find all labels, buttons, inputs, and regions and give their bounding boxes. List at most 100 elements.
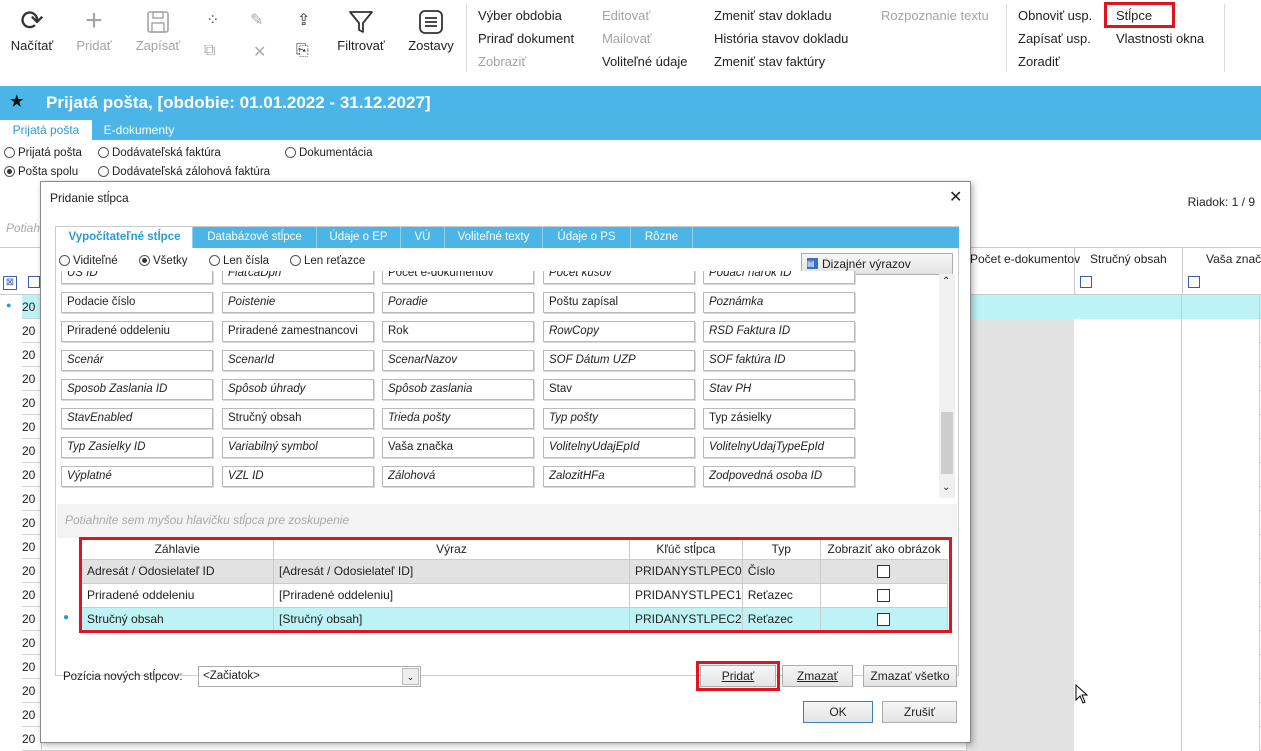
- column-field-item[interactable]: StavEnabled: [61, 408, 213, 429]
- column-field-item[interactable]: VolitelnyUdajEpId: [543, 437, 695, 458]
- save-button[interactable]: Zapísať: [128, 4, 188, 68]
- menu-change-doc-state[interactable]: Zmeniť stav dokladu: [714, 8, 832, 23]
- menu-assign-document[interactable]: Priraď dokument: [478, 31, 574, 46]
- column-field-item[interactable]: Spôsob zaslania: [382, 379, 534, 400]
- copy-icon[interactable]: ⧉: [204, 42, 215, 60]
- column-field-item[interactable]: Počet e-dokumentov: [382, 271, 534, 284]
- column-field-item[interactable]: ScenarNazov: [382, 350, 534, 371]
- menu-show[interactable]: Zobraziť: [478, 54, 526, 69]
- column-field-item[interactable]: FlaťcaDph: [222, 271, 374, 284]
- edit-icon[interactable]: ✎: [250, 10, 263, 30]
- scroll-thumb[interactable]: [941, 412, 953, 474]
- add-button[interactable]: + Pridať: [66, 4, 122, 68]
- menu-write-layout[interactable]: Zapísať usp.: [1018, 31, 1091, 46]
- filter-button[interactable]: Filtrovať: [330, 4, 392, 68]
- reports-button[interactable]: Zostavy: [402, 4, 460, 68]
- column-field-item[interactable]: Podacie číslo: [61, 292, 213, 313]
- filter-all-mail[interactable]: Pošta spolu: [4, 166, 78, 178]
- column-field-item[interactable]: Priradené zamestnancovi: [222, 321, 374, 342]
- tab-e-documents[interactable]: E-dokumenty: [92, 120, 186, 140]
- column-field-item[interactable]: Výplatné: [61, 466, 213, 487]
- column-header[interactable]: Počet e-dokumentov: [970, 252, 1080, 266]
- radio-strings-only[interactable]: Len reťazce: [290, 255, 365, 267]
- column-field-item[interactable]: Stav PH: [703, 379, 855, 400]
- delete-all-button[interactable]: Zmazať všetko: [863, 665, 957, 687]
- column-field-item[interactable]: RSD Faktura ID: [703, 321, 855, 342]
- column-header[interactable]: Stručný obsah: [1090, 252, 1167, 266]
- column-header[interactable]: Vaša značka: [1206, 252, 1261, 266]
- filter-incoming-mail[interactable]: Prijatá pošta: [4, 147, 82, 159]
- delete-button[interactable]: Zmazať: [782, 665, 853, 687]
- filter-documentation[interactable]: Dokumentácia: [285, 147, 373, 159]
- position-select[interactable]: <Začiatok> ⌄: [198, 666, 421, 687]
- menu-mail[interactable]: Mailovať: [602, 31, 652, 46]
- column-filter-icon[interactable]: [1188, 276, 1200, 288]
- radio-all[interactable]: Všetky: [139, 255, 188, 267]
- tab-database-columns[interactable]: Databázové stĺpce: [193, 227, 317, 248]
- chevron-up-icon[interactable]: ⌃: [942, 276, 950, 287]
- column-field-item[interactable]: Zálohová: [382, 466, 534, 487]
- chevron-down-icon[interactable]: ⌄: [942, 482, 950, 493]
- menu-restore-layout[interactable]: Obnoviť usp.: [1018, 8, 1092, 23]
- tab-ps-data[interactable]: Údaje o PS: [543, 227, 631, 248]
- export-icon[interactable]: ⇪: [297, 10, 310, 30]
- column-field-item[interactable]: VolitelnyUdajTypeEpId: [703, 437, 855, 458]
- close-icon[interactable]: ✕: [253, 42, 266, 62]
- column-field-item[interactable]: Stručný obsah: [222, 408, 374, 429]
- column-field-item[interactable]: SOF Dátum UZP: [543, 350, 695, 371]
- column-field-item[interactable]: Vaša značka: [382, 437, 534, 458]
- column-field-item[interactable]: VZL ID: [222, 466, 374, 487]
- column-field-item[interactable]: Priradené oddeleniu: [61, 321, 213, 342]
- column-field-item[interactable]: Počet kusov: [543, 271, 695, 284]
- column-field-item[interactable]: Typ Zasielky ID: [61, 437, 213, 458]
- column-field-item[interactable]: SOF faktúra ID: [703, 350, 855, 371]
- column-field-item[interactable]: Variabilný symbol: [222, 437, 374, 458]
- column-field-item[interactable]: Sposob Zaslania ID: [61, 379, 213, 400]
- tab-incoming-mail[interactable]: Prijatá pošta: [0, 120, 92, 140]
- column-field-item[interactable]: Podací nárok ID: [703, 271, 855, 284]
- column-field-item[interactable]: ZalozitHFa: [543, 466, 695, 487]
- column-field-item[interactable]: Spôsob úhrady: [222, 379, 374, 400]
- column-field-item[interactable]: Poznámka: [703, 292, 855, 313]
- menu-doc-state-history[interactable]: História stavov dokladu: [714, 31, 848, 46]
- cancel-button[interactable]: Zrušiť: [882, 701, 957, 723]
- menu-select-period[interactable]: Výber obdobia: [478, 8, 562, 23]
- preview-icon[interactable]: ⎘: [296, 42, 309, 60]
- column-field-item[interactable]: Zodpovedná osoba ID: [703, 466, 855, 487]
- menu-edit[interactable]: Editovať: [602, 8, 650, 23]
- column-field-item[interactable]: Trieda pošty: [382, 408, 534, 429]
- column-field-item[interactable]: RowCopy: [543, 321, 695, 342]
- load-button[interactable]: ⟳ Načítať: [4, 4, 60, 68]
- column-field-item[interactable]: Poradie: [382, 292, 534, 313]
- menu-sort[interactable]: Zoradiť: [1018, 54, 1060, 69]
- column-filter-icon[interactable]: [28, 276, 40, 288]
- menu-change-invoice-state[interactable]: Zmeniť stav faktúry: [714, 54, 825, 69]
- column-field-item[interactable]: US ID: [61, 271, 213, 284]
- menu-text-recognition[interactable]: Rozpoznanie textu: [881, 8, 989, 23]
- ok-button[interactable]: OK: [803, 701, 873, 723]
- column-field-item[interactable]: Poštu zapísal: [543, 292, 695, 313]
- column-filter-icon[interactable]: [1080, 276, 1092, 288]
- loading-icon[interactable]: ⁘: [206, 10, 219, 30]
- filter-advance-invoice[interactable]: Dodávateľská zálohová faktúra: [98, 166, 270, 178]
- radio-numbers-only[interactable]: Len čísla: [209, 255, 269, 267]
- filter-toggle-icon[interactable]: ⊠: [3, 276, 17, 290]
- column-field-item[interactable]: Rok: [382, 321, 534, 342]
- column-field-item[interactable]: Typ pošty: [543, 408, 695, 429]
- column-field-item[interactable]: Poistenie: [222, 292, 374, 313]
- menu-window-properties[interactable]: Vlastnosti okna: [1116, 31, 1204, 46]
- tab-vu[interactable]: VÚ: [401, 227, 445, 248]
- column-field-item[interactable]: ScenarId: [222, 350, 374, 371]
- favorite-star-icon[interactable]: ★: [10, 92, 23, 110]
- dialog-close-icon[interactable]: ✕: [949, 187, 962, 207]
- chevron-down-icon[interactable]: ⌄: [402, 668, 419, 685]
- column-field-item[interactable]: Typ zásielky: [703, 408, 855, 429]
- menu-optional-data[interactable]: Voliteľné údaje: [602, 54, 687, 69]
- tab-ep-data[interactable]: Údaje o EP: [317, 227, 401, 248]
- field-scrollbar[interactable]: ⌃ ⌄: [939, 274, 955, 498]
- filter-supplier-invoice[interactable]: Dodávateľská faktúra: [98, 147, 221, 159]
- tab-computed-columns[interactable]: Vypočítateľné stĺpce: [57, 227, 193, 248]
- column-field-item[interactable]: Scenár: [61, 350, 213, 371]
- tab-misc[interactable]: Rôzne: [631, 227, 693, 248]
- radio-visible[interactable]: Viditeľné: [59, 255, 118, 267]
